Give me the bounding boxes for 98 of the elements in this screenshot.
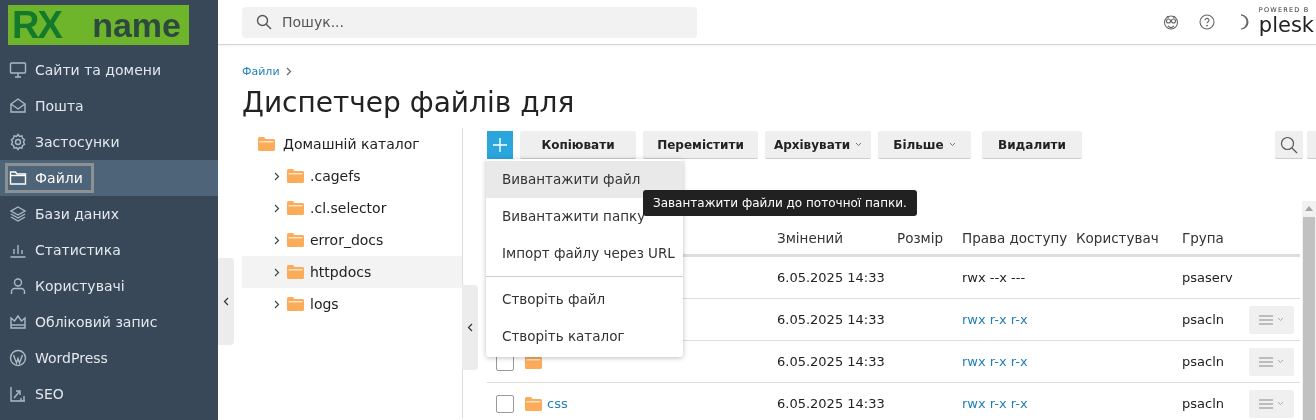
folder-icon [525,396,542,411]
caret-down-icon [1277,317,1284,322]
layers-icon [9,205,27,223]
toolbar-button[interactable]: Перемістити [643,131,758,159]
table-cell: psacln [1182,312,1224,327]
table-cell: psaserv [1182,270,1233,285]
tree-item[interactable]: error_docs [242,224,462,256]
table-cell: psacln [1182,354,1224,369]
growth-chart-icon [9,385,27,403]
column-header[interactable]: Користувач [1076,230,1159,246]
folder-icon [287,169,304,183]
page-title: Диспетчер файлів для [242,86,576,120]
table-cell: psacln [1182,396,1224,411]
table-cell: rwx --x --- [962,270,1026,285]
search-icon [256,13,272,30]
toolbar-button[interactable]: Архівувати [765,131,871,159]
column-header[interactable]: Змінений [777,230,844,246]
toolbar-button[interactable]: Видалити [982,131,1082,159]
file-link[interactable]: css [547,396,568,411]
folder-icon [287,265,304,279]
collapse-handle[interactable] [218,258,234,345]
envelope-icon [9,97,27,115]
chevron-left-icon [467,323,473,332]
monitor-icon [9,61,27,79]
permissions-link[interactable]: rwx r-x r-x [962,396,1028,411]
caret-down-icon [855,142,863,147]
table-cell: 6.05.2025 14:33 [777,270,885,285]
chevron-right-icon [272,171,281,181]
tree-item[interactable]: httpdocs [242,256,462,288]
nav-item[interactable]: Обліковий запис [0,304,218,340]
scrollbar-thumb[interactable] [1303,217,1315,420]
caret-down-icon [1277,401,1284,406]
menu-item[interactable]: Імпорт файлу через URL [486,235,683,272]
permissions-link[interactable]: rwx r-x r-x [962,354,1028,369]
menu-icon [1259,398,1273,409]
plus-icon [493,138,507,152]
help-icon[interactable] [1198,14,1215,30]
menu-item[interactable]: Вивантажити файл [486,161,683,198]
tree-item[interactable]: .cagefs [242,160,462,192]
add-button[interactable] [487,131,513,159]
chevron-right-icon [272,235,281,245]
chevron-right-icon [272,299,281,309]
menu-icon [1259,314,1273,325]
search-icon [1280,135,1298,154]
folder-icon [9,169,27,187]
menu-item[interactable]: Створіть каталог [486,318,683,355]
search-field[interactable]: Пошук... [242,6,697,38]
folder-icon [287,233,304,247]
tree-item[interactable]: logs [242,288,462,320]
chevron-right-icon [272,267,281,277]
toolbar-button[interactable]: Копіювати [520,131,636,159]
menu-icon [1259,356,1273,367]
nav-item[interactable]: Бази даних [0,196,218,232]
table-cell: 6.05.2025 14:33 [777,312,885,327]
scrollbar[interactable] [1302,201,1316,420]
wordpress-icon [9,349,27,367]
chevron-right-icon [285,66,292,76]
folder-icon [287,201,304,215]
tree-item[interactable]: Домашній каталог [242,128,462,160]
nav-item[interactable]: SEO [0,376,218,412]
tree-item[interactable]: .cl.selector [242,192,462,224]
brand-logo: plesk [1258,14,1314,38]
checkbox[interactable] [496,394,514,413]
caret-down-icon [1277,359,1284,364]
nav-item[interactable]: Файли [0,160,218,196]
permissions-link[interactable]: rwx r-x r-x [962,312,1028,327]
gear-icon [9,133,27,151]
row-menu-button[interactable] [1249,347,1294,376]
menu-item[interactable]: Створіть файл [486,281,683,318]
logo-text: name [92,5,182,45]
nav-item[interactable]: Користувачі [0,268,218,304]
column-header[interactable]: Права доступу [962,230,1068,246]
nav-item[interactable]: WordPress [0,340,218,376]
column-header[interactable]: Розмір [897,230,944,246]
crown-icon [9,313,27,331]
chevron-left-icon [223,297,229,306]
nav-item[interactable]: Пошта [0,88,218,124]
nav-item[interactable]: Сайти та домени [0,52,218,88]
column-header[interactable]: Група [1182,230,1224,246]
row-menu-button[interactable] [1249,305,1294,334]
table-cell: 6.05.2025 14:33 [777,396,885,411]
table-cell: 6.05.2025 14:33 [777,354,885,369]
toolbar-button[interactable]: Більше [878,131,971,159]
nav-item[interactable]: Статистика [0,232,218,268]
logo-mark: RX [11,5,61,45]
tooltip: Завантажити файли до поточної папки. [643,190,917,216]
chevron-right-icon [272,203,281,213]
collapse-handle[interactable] [462,285,478,370]
row-menu-button[interactable] [1249,389,1294,418]
folder-icon [287,297,304,311]
scroll-up-icon [1305,206,1313,211]
user-icon [9,277,27,295]
search-button[interactable] [1275,131,1303,159]
caret-down-icon [948,142,956,147]
folder-icon [258,137,275,151]
nav-item[interactable]: Застосунки [0,124,218,160]
owl-icon[interactable] [1162,14,1179,30]
breadcrumb-link[interactable]: Файли [242,64,280,78]
